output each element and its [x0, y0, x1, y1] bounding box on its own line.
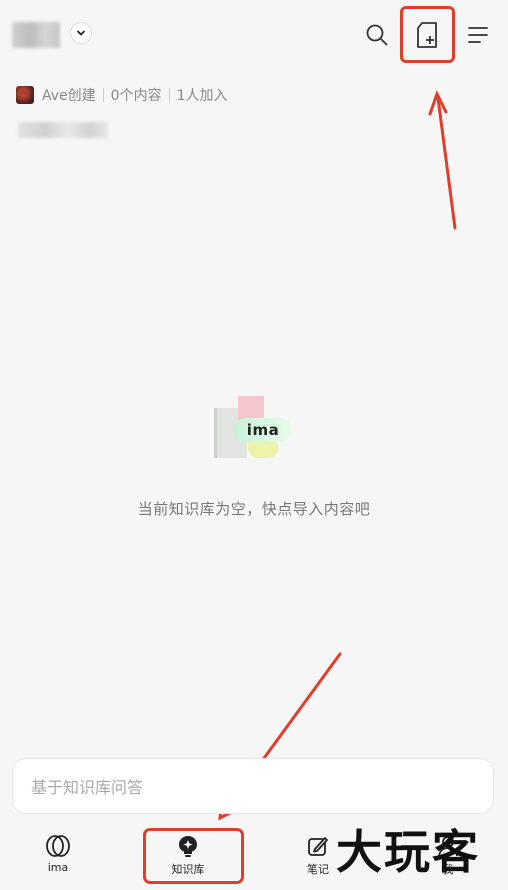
annotation-arrows	[218, 90, 457, 821]
nav-label-notes: 笔记	[307, 863, 329, 876]
ask-placeholder: 基于知识库问答	[31, 778, 144, 797]
highlight-box-knowledge-base	[143, 828, 244, 884]
watermark: 大玩客	[336, 825, 480, 879]
kb-ask-input[interactable]: 基于知识库问答	[12, 758, 494, 814]
nav-label-ima: ima	[47, 861, 69, 874]
note-edit-icon	[308, 837, 328, 856]
ima-logo-icon	[46, 835, 70, 857]
nav-item-ima[interactable]: ima	[23, 834, 93, 882]
